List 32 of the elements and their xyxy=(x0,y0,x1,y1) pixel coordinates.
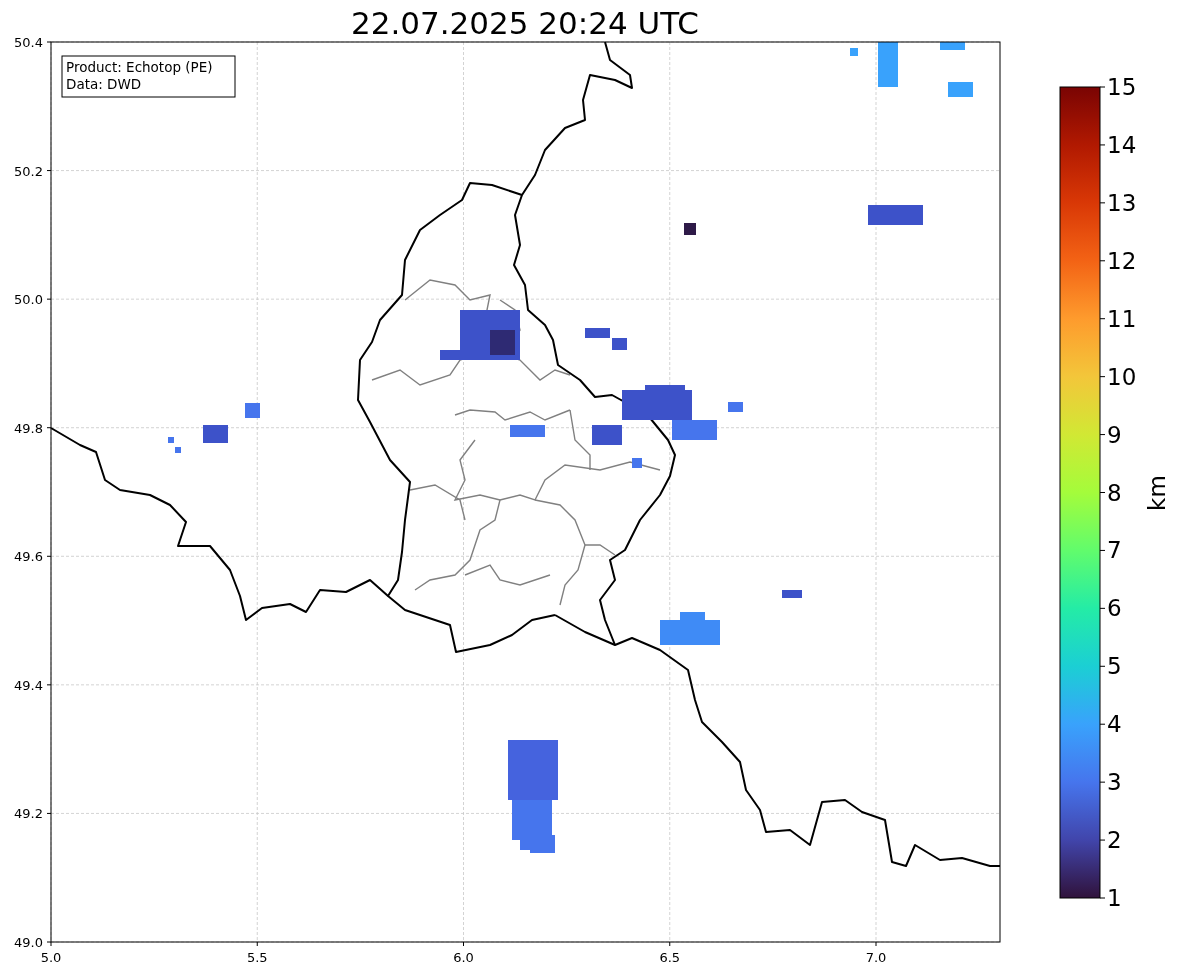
colorbar-tick-label: 14 xyxy=(1107,131,1137,158)
y-axis-tick-label: 49.2 xyxy=(14,806,43,822)
colorbar-tick-label: 5 xyxy=(1107,653,1122,680)
colorbar-tick-label: 3 xyxy=(1107,769,1122,796)
colorbar-tick-label: 11 xyxy=(1107,305,1137,332)
colorbar-label: km xyxy=(1144,475,1170,511)
y-axis-tick-label: 50.0 xyxy=(14,292,43,308)
legend-text: Product: Echotop (PE) xyxy=(66,59,213,75)
y-axis-tick-label: 50.2 xyxy=(14,163,43,179)
colorbar-tick-label: 9 xyxy=(1107,421,1122,448)
colorbar-tick-label: 4 xyxy=(1107,711,1122,738)
legend-text: Data: DWD xyxy=(66,76,142,92)
x-axis-tick-label: 6.0 xyxy=(453,950,474,965)
x-axis-tick-label: 6.5 xyxy=(659,950,681,965)
colorbar-tick-label: 1 xyxy=(1107,885,1122,911)
colorbar-tick-label: 8 xyxy=(1107,479,1122,506)
colorbar-tick-label: 6 xyxy=(1107,595,1122,622)
y-axis-tick-label: 49.0 xyxy=(14,935,43,950)
colorbar-tick-label: 12 xyxy=(1107,247,1137,274)
colorbar-tick-label: 10 xyxy=(1107,363,1137,390)
y-axis-tick-label: 50.4 xyxy=(14,35,43,50)
x-axis-tick-label: 7.0 xyxy=(865,950,887,965)
colorbar-tick-label: 2 xyxy=(1107,827,1122,854)
x-axis-tick-label: 5.5 xyxy=(246,950,268,965)
colorbar-tick-label: 13 xyxy=(1107,189,1137,216)
colorbar-tick-label: 7 xyxy=(1107,537,1122,564)
y-axis-tick-label: 49.6 xyxy=(14,549,43,565)
x-axis-tick-label: 5.0 xyxy=(40,950,62,965)
y-axis-tick-label: 49.4 xyxy=(14,677,43,693)
colorbar-tick-label: 15 xyxy=(1107,74,1137,100)
chart-title: 22.07.2025 20:24 UTC xyxy=(351,5,699,41)
y-axis-tick-label: 49.8 xyxy=(14,420,43,436)
